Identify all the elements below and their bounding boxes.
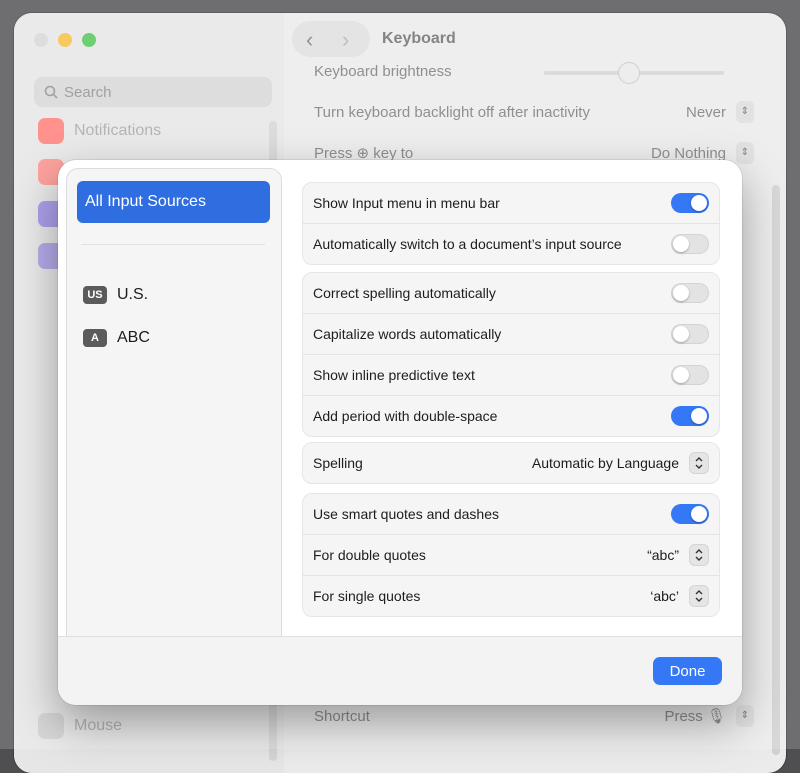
row-label: Add period with double-space <box>313 408 498 424</box>
row-label: For double quotes <box>313 547 426 563</box>
smart-quotes-group: Use smart quotes and dashes For double q… <box>302 493 720 617</box>
double-quotes-row: For double quotes “abc” <box>303 534 719 575</box>
row-label: Show Input menu in menu bar <box>313 195 500 211</box>
row-label: Correct spelling automatically <box>313 285 496 301</box>
row-label: Automatically switch to a document’s inp… <box>313 236 622 252</box>
predictive-text-toggle[interactable] <box>671 365 709 385</box>
input-menu-group: Show Input menu in menu bar Automaticall… <box>302 182 720 265</box>
done-button[interactable]: Done <box>653 657 722 685</box>
row-label: Capitalize words automatically <box>313 326 502 342</box>
spelling-group: Spelling Automatic by Language <box>302 442 720 484</box>
double-space-period-toggle[interactable] <box>671 406 709 426</box>
show-input-menu-row: Show Input menu in menu bar <box>303 183 719 223</box>
row-label: Show inline predictive text <box>313 367 475 383</box>
abc-keyboard-icon: A <box>83 329 107 347</box>
double-quotes-popup[interactable]: “abc” <box>647 544 709 566</box>
source-item-abc[interactable]: A ABC <box>83 329 150 347</box>
row-label: Use smart quotes and dashes <box>313 506 499 522</box>
input-sources-list: All Input Sources US U.S. A ABC + − <box>66 168 282 699</box>
updown-chevron-icon <box>689 452 709 474</box>
spelling-row: Spelling Automatic by Language <box>303 443 719 483</box>
list-divider <box>81 244 265 245</box>
row-label: For single quotes <box>313 588 421 604</box>
source-item-us[interactable]: US U.S. <box>83 286 148 304</box>
capitalize-words-toggle[interactable] <box>671 324 709 344</box>
show-input-menu-toggle[interactable] <box>671 193 709 213</box>
capitalize-words-row: Capitalize words automatically <box>303 313 719 354</box>
updown-chevron-icon <box>689 544 709 566</box>
row-label: Spelling <box>313 455 363 471</box>
smart-quotes-toggle[interactable] <box>671 504 709 524</box>
correct-spelling-row: Correct spelling automatically <box>303 273 719 313</box>
source-label: ABC <box>117 329 150 346</box>
double-space-period-row: Add period with double-space <box>303 395 719 436</box>
source-all-input-sources[interactable]: All Input Sources <box>77 181 270 223</box>
single-quotes-row: For single quotes ‘abc’ <box>303 575 719 616</box>
predictive-text-row: Show inline predictive text <box>303 354 719 395</box>
spelling-popup[interactable]: Automatic by Language <box>532 452 709 474</box>
popup-value: ‘abc’ <box>650 588 679 604</box>
auto-switch-source-row: Automatically switch to a document’s inp… <box>303 223 719 264</box>
correct-spelling-toggle[interactable] <box>671 283 709 303</box>
sheet-footer <box>58 636 742 705</box>
popup-value: Automatic by Language <box>531 455 679 471</box>
input-sources-sheet: All Input Sources US U.S. A ABC + − Show… <box>58 160 742 705</box>
updown-chevron-icon <box>689 585 709 607</box>
us-flag-icon: US <box>83 286 107 304</box>
source-label: U.S. <box>117 286 149 303</box>
popup-value: “abc” <box>647 547 679 563</box>
text-correction-group: Correct spelling automatically Capitaliz… <box>302 272 720 437</box>
smart-quotes-row: Use smart quotes and dashes <box>303 494 719 534</box>
auto-switch-source-toggle[interactable] <box>671 234 709 254</box>
single-quotes-popup[interactable]: ‘abc’ <box>650 585 709 607</box>
